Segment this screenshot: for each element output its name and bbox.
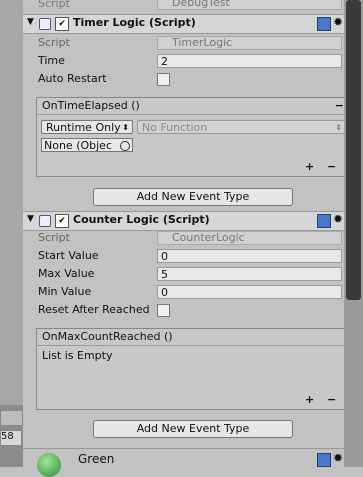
minus-icon[interactable]: − — [327, 160, 336, 173]
event-header: OnMaxCountReached () — [37, 329, 350, 346]
expand-arrow-icon[interactable]: ▼ — [27, 214, 34, 224]
left-panel-strip — [0, 0, 23, 467]
material-row[interactable]: Green ✹ — [23, 448, 344, 477]
timer-logic-title: Timer Logic (Script) — [73, 16, 196, 29]
time-label: Time — [38, 54, 65, 67]
runtime-option: Runtime Only — [46, 121, 121, 134]
auto-restart-checkbox[interactable] — [157, 73, 170, 86]
material-sphere-icon — [37, 453, 61, 477]
max-value-label: Max Value — [38, 267, 95, 280]
enabled-checkbox[interactable]: ✔ — [55, 17, 69, 31]
minus-icon[interactable]: − — [327, 393, 336, 406]
object-picker-icon[interactable] — [120, 141, 130, 151]
event-title: OnMaxCountReached () — [42, 330, 173, 343]
expand-arrow-icon[interactable]: ▼ — [27, 17, 34, 27]
auto-restart-label: Auto Restart — [38, 72, 107, 85]
left-panel-number[interactable]: 58 — [0, 430, 22, 446]
timer-logic-body: Script TimerLogic Time 2 Auto Restart On… — [23, 33, 351, 213]
onmaxcountreached-event: OnMaxCountReached () List is Empty + − — [36, 328, 351, 410]
function-dropdown[interactable]: No Function ⬍ — [137, 120, 346, 134]
timer-script-label: Script — [38, 36, 70, 49]
material-name: Green — [78, 452, 115, 466]
top-script-label: Script — [38, 0, 70, 10]
help-icon[interactable] — [317, 17, 331, 31]
top-script-field[interactable]: DebugTest — [157, 0, 342, 10]
ontimeelapsed-event: OnTimeElapsed () − Runtime Only ⬍ No Fun… — [36, 97, 351, 177]
enabled-checkbox[interactable]: ✔ — [55, 214, 69, 228]
counter-logic-title: Counter Logic (Script) — [73, 213, 210, 226]
runtime-dropdown[interactable]: Runtime Only ⬍ — [41, 120, 133, 134]
dropdown-arrow-icon: ⬍ — [122, 123, 129, 132]
debugtest-area: Script DebugTest — [23, 0, 344, 12]
script-component-icon — [39, 18, 51, 30]
object-field[interactable]: None (Objec — [41, 138, 133, 152]
plus-icon[interactable]: + — [305, 393, 314, 406]
dropdown-arrow-icon: ⬍ — [335, 123, 342, 132]
max-value-input[interactable]: 5 — [157, 267, 342, 281]
script-component-icon — [39, 215, 51, 227]
function-option: No Function — [142, 121, 208, 134]
help-icon[interactable] — [317, 214, 331, 228]
start-value-input[interactable]: 0 — [157, 249, 342, 263]
time-input[interactable]: 2 — [157, 54, 342, 68]
timer-script-field[interactable]: TimerLogic — [157, 36, 342, 50]
gear-icon[interactable]: ✹ — [333, 212, 343, 226]
start-value-label: Start Value — [38, 249, 99, 262]
counter-logic-body: Script CounterLogic Start Value 0 Max Va… — [23, 230, 351, 450]
counter-script-label: Script — [38, 231, 70, 244]
event-header: OnTimeElapsed () − — [37, 98, 350, 115]
timer-logic-header[interactable]: ▼ ✔ Timer Logic (Script) ✹ — [23, 14, 344, 34]
min-value-input[interactable]: 0 — [157, 285, 342, 299]
plus-icon[interactable]: + — [305, 160, 314, 173]
counter-script-field[interactable]: CounterLogic — [157, 231, 342, 245]
counter-logic-header[interactable]: ▼ ✔ Counter Logic (Script) ✹ — [23, 211, 344, 231]
left-panel-button[interactable] — [0, 410, 23, 426]
object-field-value: None (Objec — [44, 139, 112, 152]
reset-after-reached-checkbox[interactable] — [157, 304, 170, 317]
scrollbar-thumb[interactable] — [346, 0, 361, 300]
add-event-type-button[interactable]: Add New Event Type — [93, 420, 293, 438]
min-value-label: Min Value — [38, 285, 92, 298]
gear-icon[interactable]: ✹ — [333, 451, 343, 465]
minus-icon[interactable]: − — [335, 98, 344, 114]
empty-list-text: List is Empty — [42, 349, 113, 362]
add-event-type-button[interactable]: Add New Event Type — [93, 188, 293, 206]
event-title: OnTimeElapsed () — [42, 99, 140, 112]
help-icon[interactable] — [317, 453, 331, 467]
reset-after-reached-label: Reset After Reached — [38, 303, 150, 316]
gear-icon[interactable]: ✹ — [333, 15, 343, 29]
